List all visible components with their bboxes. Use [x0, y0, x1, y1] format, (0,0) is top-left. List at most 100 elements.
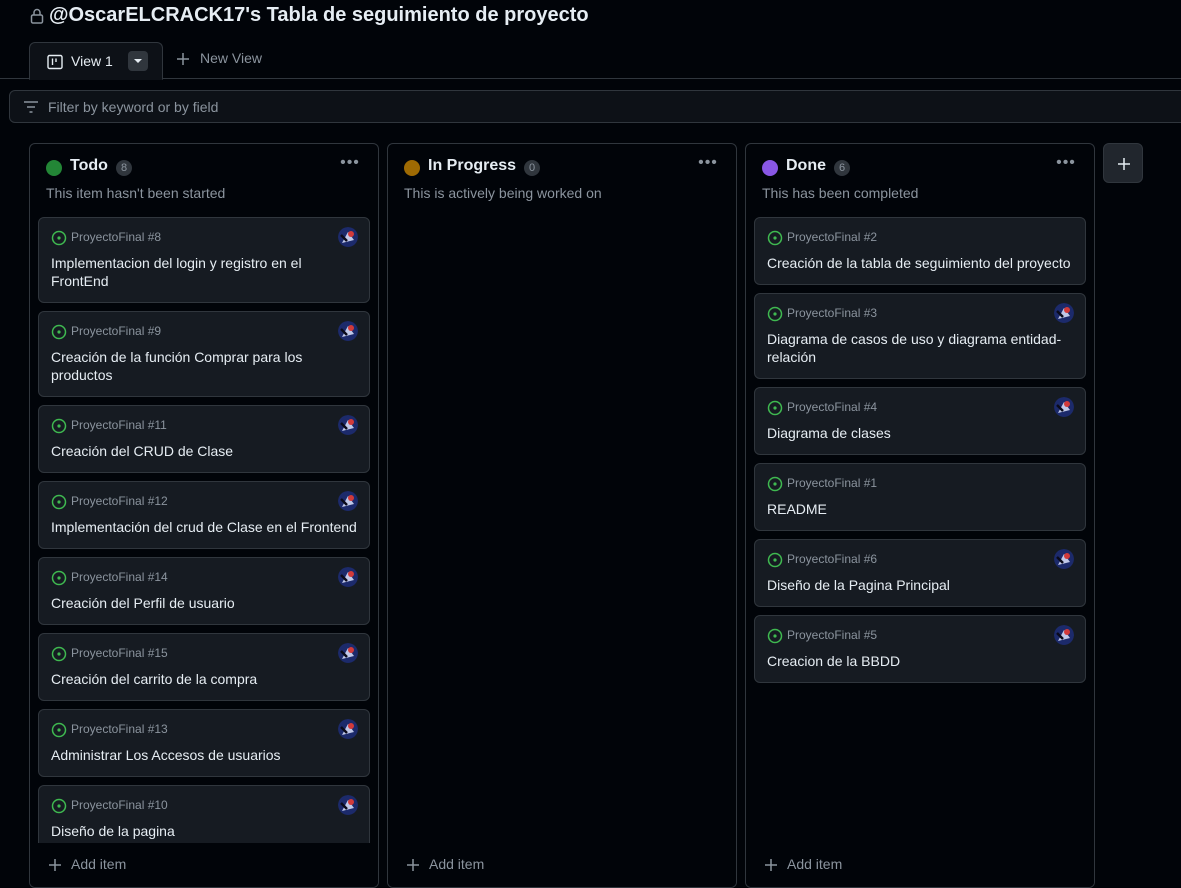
card-reference[interactable]: ProyectoFinal #13	[71, 722, 168, 736]
status-dot	[404, 160, 420, 176]
column-description: This item hasn't been started	[46, 185, 226, 201]
column-menu-button[interactable]: •••	[1054, 155, 1078, 176]
card[interactable]: ProyectoFinal #3 Diagrama de casos de us…	[754, 293, 1086, 379]
card-title[interactable]: Implementación del crud de Clase en el F…	[51, 518, 359, 536]
open-issue-icon	[51, 230, 67, 246]
card[interactable]: ProyectoFinal #10 Diseño de la pagina	[38, 785, 370, 849]
page-title: @OscarELCRACK17's Tabla de seguimiento d…	[49, 4, 589, 26]
card[interactable]: ProyectoFinal #6 Diseño de la Pagina Pri…	[754, 539, 1086, 607]
card-list: ProyectoFinal #2 Creación de la tabla de…	[754, 217, 1086, 691]
column-todo: Todo 8 ••• This item hasn't been started…	[29, 143, 379, 888]
card[interactable]: ProyectoFinal #5 Creacion de la BBDD	[754, 615, 1086, 683]
plus-icon	[1118, 158, 1130, 170]
open-issue-icon	[51, 722, 67, 738]
avatar[interactable]	[338, 567, 358, 587]
card[interactable]: ProyectoFinal #13 Administrar Los Acceso…	[38, 709, 370, 777]
avatar[interactable]	[1054, 303, 1074, 323]
card-title[interactable]: Creación del CRUD de Clase	[51, 442, 359, 460]
chevron-down-icon	[134, 59, 142, 63]
filter-input[interactable]	[46, 92, 646, 122]
avatar[interactable]	[338, 719, 358, 739]
open-issue-icon	[51, 798, 67, 814]
card[interactable]: ProyectoFinal #1 README	[754, 463, 1086, 531]
tab-view-1[interactable]: View 1	[29, 42, 163, 80]
avatar[interactable]	[338, 795, 358, 815]
column-count: 0	[524, 160, 541, 176]
avatar[interactable]	[338, 415, 358, 435]
card-reference[interactable]: ProyectoFinal #6	[787, 552, 877, 566]
avatar[interactable]	[338, 227, 358, 247]
column-title: In Progress	[428, 157, 517, 174]
card-title[interactable]: Implementacion del login y registro en e…	[51, 254, 359, 290]
card-title[interactable]: Diseño de la Pagina Principal	[767, 576, 1075, 594]
card-title[interactable]: Administrar Los Accesos de usuarios	[51, 746, 359, 764]
card-title[interactable]: Diseño de la pagina	[51, 822, 359, 840]
board: Todo 8 ••• This item hasn't been started…	[0, 123, 1181, 888]
card-reference[interactable]: ProyectoFinal #12	[71, 494, 168, 508]
add-item-label: Add item	[71, 856, 127, 872]
avatar[interactable]	[1054, 397, 1074, 417]
view-options-button[interactable]	[128, 51, 148, 71]
card-reference[interactable]: ProyectoFinal #1	[787, 476, 877, 490]
card-reference[interactable]: ProyectoFinal #5	[787, 628, 877, 642]
new-view-label: New View	[200, 50, 262, 66]
card-title[interactable]: Creación de la función Comprar para los …	[51, 348, 359, 384]
open-issue-icon	[767, 306, 783, 322]
card-reference[interactable]: ProyectoFinal #10	[71, 798, 168, 812]
add-item-label: Add item	[429, 856, 485, 872]
card-title[interactable]: Creación del Perfil de usuario	[51, 594, 359, 612]
card[interactable]: ProyectoFinal #11 Creación del CRUD de C…	[38, 405, 370, 473]
view-tabs: View 1 New View	[0, 36, 1181, 80]
add-item-button[interactable]: Add item	[388, 843, 736, 887]
card-reference[interactable]: ProyectoFinal #3	[787, 306, 877, 320]
avatar[interactable]	[1054, 549, 1074, 569]
card-reference[interactable]: ProyectoFinal #11	[71, 418, 167, 432]
card-reference[interactable]: ProyectoFinal #9	[71, 324, 161, 338]
status-dot	[46, 160, 62, 176]
column-title: Todo	[70, 157, 108, 174]
card-title[interactable]: Diagrama de casos de uso y diagrama enti…	[767, 330, 1075, 366]
card[interactable]: ProyectoFinal #8 Implementacion del logi…	[38, 217, 370, 303]
avatar[interactable]	[338, 321, 358, 341]
card[interactable]: ProyectoFinal #4 Diagrama de clases	[754, 387, 1086, 455]
column-description: This has been completed	[762, 185, 919, 201]
column-count: 8	[116, 160, 133, 176]
card-title[interactable]: Creación del carrito de la compra	[51, 670, 359, 688]
card-reference[interactable]: ProyectoFinal #15	[71, 646, 168, 660]
open-issue-icon	[767, 476, 783, 492]
add-column-button[interactable]	[1103, 143, 1143, 183]
avatar[interactable]	[1054, 625, 1074, 645]
tab-view-1-label: View 1	[71, 53, 113, 69]
card-title[interactable]: Creacion de la BBDD	[767, 652, 1075, 670]
card[interactable]: ProyectoFinal #14 Creación del Perfil de…	[38, 557, 370, 625]
open-issue-icon	[767, 628, 783, 644]
plus-icon	[49, 859, 61, 871]
card[interactable]: ProyectoFinal #12 Implementación del cru…	[38, 481, 370, 549]
plus-icon	[407, 859, 419, 871]
card-reference[interactable]: ProyectoFinal #14	[71, 570, 168, 584]
column-menu-button[interactable]: •••	[696, 155, 720, 176]
avatar[interactable]	[338, 491, 358, 511]
open-issue-icon	[767, 552, 783, 568]
column-description: This is actively being worked on	[404, 185, 602, 201]
card[interactable]: ProyectoFinal #15 Creación del carrito d…	[38, 633, 370, 701]
card-reference[interactable]: ProyectoFinal #4	[787, 400, 877, 414]
add-item-button[interactable]: Add item	[30, 843, 378, 887]
column-menu-button[interactable]: •••	[338, 155, 362, 176]
avatar[interactable]	[338, 643, 358, 663]
open-issue-icon	[767, 400, 783, 416]
open-issue-icon	[51, 646, 67, 662]
card-title[interactable]: Creación de la tabla de seguimiento del …	[767, 254, 1075, 272]
card[interactable]: ProyectoFinal #9 Creación de la función …	[38, 311, 370, 397]
add-item-button[interactable]: Add item	[746, 843, 1094, 887]
open-issue-icon	[51, 324, 67, 340]
card-title[interactable]: Diagrama de clases	[767, 424, 1075, 442]
card-title[interactable]: README	[767, 500, 1075, 518]
lock-icon	[30, 8, 44, 24]
card[interactable]: ProyectoFinal #2 Creación de la tabla de…	[754, 217, 1086, 285]
open-issue-icon	[51, 418, 67, 434]
filter-bar[interactable]	[9, 90, 1181, 123]
add-item-label: Add item	[787, 856, 843, 872]
card-reference[interactable]: ProyectoFinal #8	[71, 230, 161, 244]
card-reference[interactable]: ProyectoFinal #2	[787, 230, 877, 244]
